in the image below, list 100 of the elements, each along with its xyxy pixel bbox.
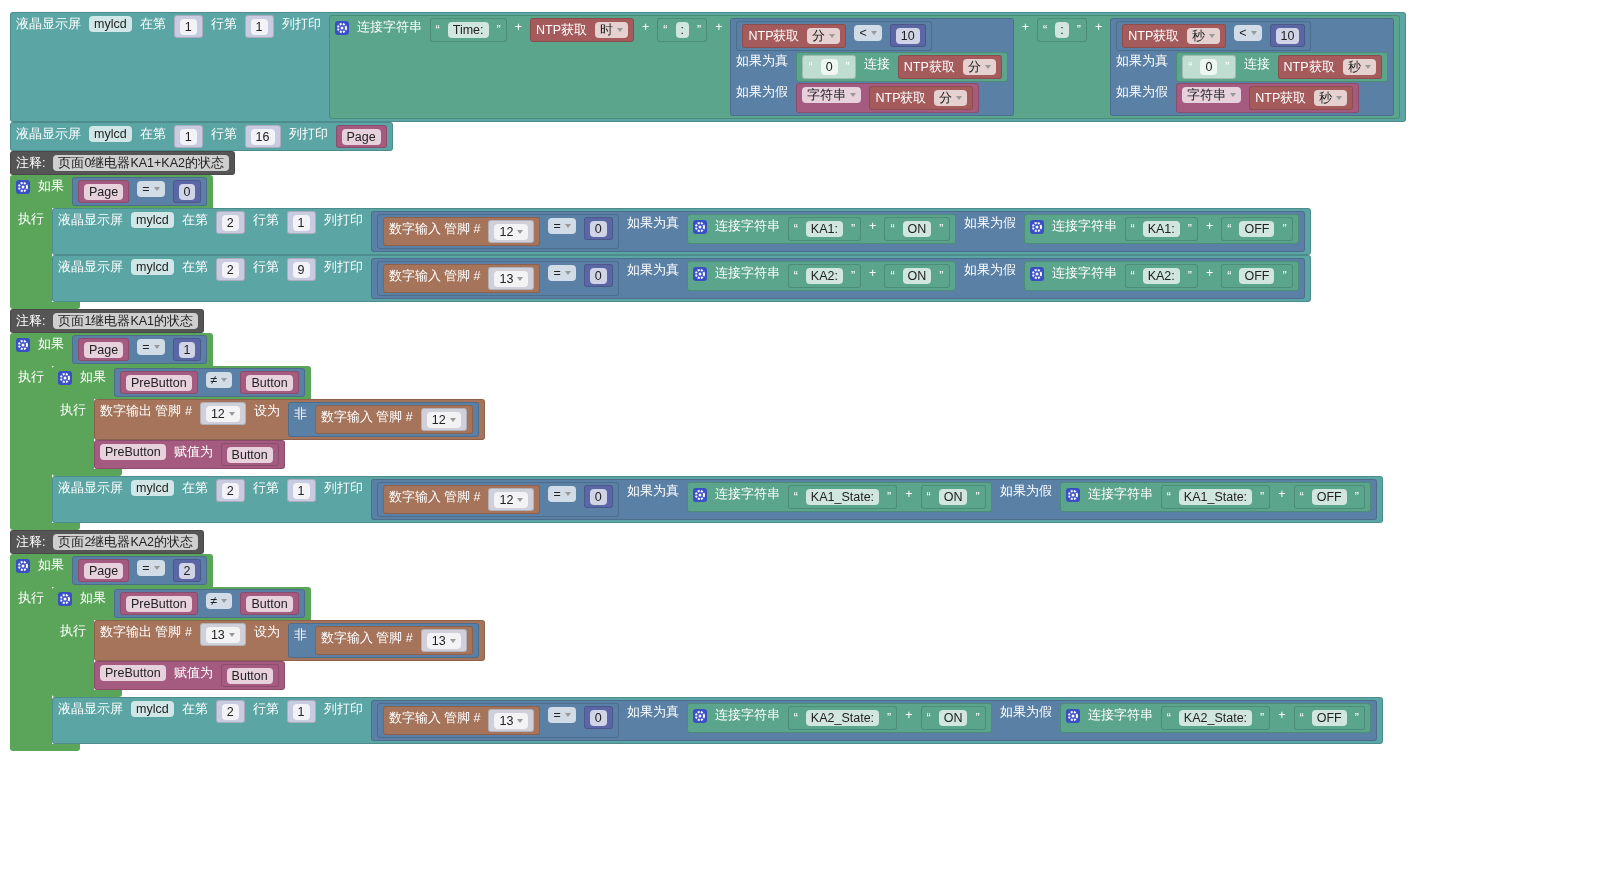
block-field[interactable]: 页面2继电器KA2的状态 [53, 534, 199, 550]
pin-io-block[interactable]: 数字输入 管脚 # 13 [382, 264, 541, 293]
pin-io-block[interactable]: 数字输入 管脚 # 12 [314, 405, 473, 434]
if-block-top[interactable]: 如果 Page = 2 [10, 554, 214, 587]
comment-block[interactable]: 注释: 页面0继电器KA1+KA2的状态 [10, 151, 235, 175]
pin-io-block[interactable]: 数字输入 管脚 # 12 [382, 485, 541, 514]
dropdown-field[interactable]: 秒 [1342, 59, 1376, 75]
gear-icon[interactable] [16, 338, 30, 352]
number-block[interactable]: 2 [172, 559, 202, 582]
ternary-block[interactable]: 数字输入 管脚 # 13 = 0 如果为真 连接字符串 “ KA2_State: ” + “ ON ” 如果为假 连接字符串 “ KA2_State: ” + “ OFF ” [370, 700, 1377, 741]
block-field[interactable]: : [675, 22, 689, 38]
block-field[interactable]: KA1: [1142, 221, 1180, 237]
number-block[interactable]: 0 [583, 264, 613, 287]
join-text-block[interactable]: 连接字符串 “ KA1: ” + “ OFF ” [1023, 214, 1299, 244]
number-block[interactable]: 2 [215, 258, 245, 281]
dropdown-field[interactable]: = [137, 339, 165, 355]
block-field[interactable]: KA2: [1142, 268, 1180, 284]
block-field[interactable]: mylcd [131, 212, 174, 228]
number-block[interactable]: 1 [173, 125, 203, 148]
lcd-print-block[interactable]: 液晶显示屏 mylcd 在第 2 行第 1 列打印 数字输入 管脚 # 13 = 0 如果为真 连接字符串 “ KA2_State: ” + “ ON ” 如果为假 连接字符串 “ KA2_State: ” + “ OFF ” [52, 697, 1383, 744]
compare-block[interactable]: 数字输入 管脚 # 12 = 0 [376, 214, 619, 249]
text-block[interactable]: “ OFF ” [1221, 264, 1293, 288]
block-field[interactable]: OFF [1239, 268, 1275, 284]
to-string-block[interactable]: 字符串 NTP获取 秒 [1176, 83, 1360, 113]
dropdown-field[interactable]: ≠ [205, 372, 233, 388]
ntp-time-block[interactable]: NTP获取 分 [742, 24, 847, 48]
gear-icon[interactable] [1029, 267, 1044, 281]
text-block[interactable]: “ OFF ” [1293, 706, 1365, 730]
compare-block[interactable]: 数字输入 管脚 # 13 = 0 [376, 261, 619, 296]
dropdown-field[interactable]: 13 [494, 713, 529, 729]
dropdown-field[interactable]: 秒 [1314, 90, 1348, 106]
join-text-block[interactable]: 连接字符串 “ KA2_State: ” + “ ON ” [686, 703, 992, 733]
block-field[interactable]: PreButton [100, 444, 166, 460]
text-block[interactable]: “ Time: ” [429, 18, 507, 42]
block-field[interactable]: 2 [221, 262, 239, 278]
variable-block[interactable]: Button [240, 371, 299, 394]
number-block[interactable]: 1 [286, 479, 316, 502]
compare-block[interactable]: Page = 1 [72, 335, 208, 364]
not-block[interactable]: 非 数字输入 管脚 # 13 [287, 623, 479, 658]
gear-icon[interactable] [58, 592, 72, 606]
block-field[interactable]: 2 [221, 215, 239, 231]
text-block[interactable]: “ KA1: ” [1124, 217, 1198, 241]
compare-block[interactable]: NTP获取 分 < 10 [736, 21, 932, 51]
text-block[interactable]: “ KA2_State: ” [787, 706, 898, 730]
gear-icon[interactable] [334, 21, 349, 35]
join-text-block[interactable]: 连接字符串 “ Time: ” + NTP获取 时 + “ : ” + NTP获取 分 < 10 如果为真 “ 0 ” 连接 NTP获取 分 如果为假 字符串 NTP获取 分 + “ : ” + NTP获取 秒 < 10 如果为真 “ 0 ” 连接 NTP获取 秒 如果为假 字符串 NTP获取 秒 [328, 15, 1400, 119]
pin-io-block[interactable]: 数字输出 管脚 # 13 设为 非 数字输入 管脚 # 13 [94, 620, 485, 661]
block-field[interactable]: mylcd [89, 16, 132, 32]
block-field[interactable]: Button [226, 447, 273, 463]
gear-icon[interactable] [692, 267, 707, 281]
block-field[interactable]: KA2_State: [1178, 710, 1253, 726]
text-block[interactable]: “ ON ” [920, 706, 986, 730]
block-field[interactable]: 0 [589, 710, 607, 726]
join-text-block[interactable]: 连接字符串 “ KA2: ” + “ OFF ” [1023, 261, 1299, 291]
block-field[interactable]: Button [226, 668, 273, 684]
variable-block[interactable]: Button [240, 592, 299, 615]
variable-block[interactable]: PreButton [120, 371, 198, 394]
text-block[interactable]: “ KA1_State: ” [787, 485, 898, 509]
compare-block[interactable]: Page = 0 [72, 177, 208, 206]
comment-block[interactable]: 注释: 页面2继电器KA2的状态 [10, 530, 205, 554]
compare-block[interactable]: 数字输入 管脚 # 12 = 0 [376, 482, 619, 517]
block-field[interactable]: KA2: [805, 268, 843, 284]
compare-block[interactable]: PreButton ≠ Button [114, 368, 305, 397]
pin-block[interactable]: 13 [488, 267, 535, 290]
number-block[interactable]: 10 [889, 24, 926, 47]
text-block[interactable]: “ OFF ” [1293, 485, 1365, 509]
pin-io-block[interactable]: 数字输入 管脚 # 13 [314, 626, 473, 655]
variable-block[interactable]: PreButton [120, 592, 198, 615]
block-field[interactable]: 1 [179, 129, 197, 145]
lcd-print-block[interactable]: 液晶显示屏 mylcd 在第 2 行第 1 列打印 数字输入 管脚 # 12 = 0 如果为真 连接字符串 “ KA1: ” + “ ON ” 如果为假 连接字符串 “ KA1: ” + “ OFF ” [52, 208, 1311, 255]
compare-block[interactable]: Page = 2 [72, 556, 208, 585]
compare-block[interactable]: NTP获取 秒 < 10 [1116, 21, 1312, 51]
block-field[interactable]: 2 [221, 704, 239, 720]
text-block[interactable]: “ KA2_State: ” [1160, 706, 1271, 730]
ntp-time-block[interactable]: NTP获取 秒 [1249, 86, 1354, 110]
variable-block[interactable]: Button [220, 664, 279, 687]
block-field[interactable]: Page [84, 184, 124, 200]
variable-block[interactable]: Page [78, 559, 130, 582]
block-field[interactable]: ON [902, 221, 932, 237]
block-field[interactable]: 16 [250, 129, 275, 145]
block-field[interactable]: 10 [1275, 28, 1300, 44]
compare-block[interactable]: PreButton ≠ Button [114, 589, 305, 618]
dropdown-field[interactable]: 分 [962, 59, 996, 75]
assign-block[interactable]: PreButton 赋值为 Button [94, 661, 285, 690]
lcd-print-block[interactable]: 液晶显示屏 mylcd 在第 2 行第 1 列打印 数字输入 管脚 # 12 = 0 如果为真 连接字符串 “ KA1_State: ” + “ ON ” 如果为假 连接字符串 “ KA1_State: ” + “ OFF ” [52, 476, 1383, 523]
dropdown-field[interactable]: 13 [205, 627, 240, 643]
text-block[interactable]: “ KA1_State: ” [1160, 485, 1271, 509]
block-field[interactable]: 页面1继电器KA1的状态 [53, 313, 199, 329]
block-field[interactable]: ON [938, 710, 968, 726]
number-block[interactable]: 0 [583, 217, 613, 240]
block-field[interactable]: KA1_State: [805, 489, 880, 505]
dropdown-field[interactable]: 字符串 [1182, 87, 1242, 103]
ntp-time-block[interactable]: NTP获取 秒 [1277, 55, 1382, 79]
text-block[interactable]: “ KA2: ” [787, 264, 862, 288]
dropdown-field[interactable]: 字符串 [802, 87, 862, 103]
text-block[interactable]: “ 0 ” [802, 55, 856, 79]
dropdown-field[interactable]: 12 [205, 406, 240, 422]
number-block[interactable]: 2 [215, 700, 245, 723]
variable-block[interactable]: Page [78, 338, 130, 361]
gear-icon[interactable] [1065, 709, 1080, 723]
